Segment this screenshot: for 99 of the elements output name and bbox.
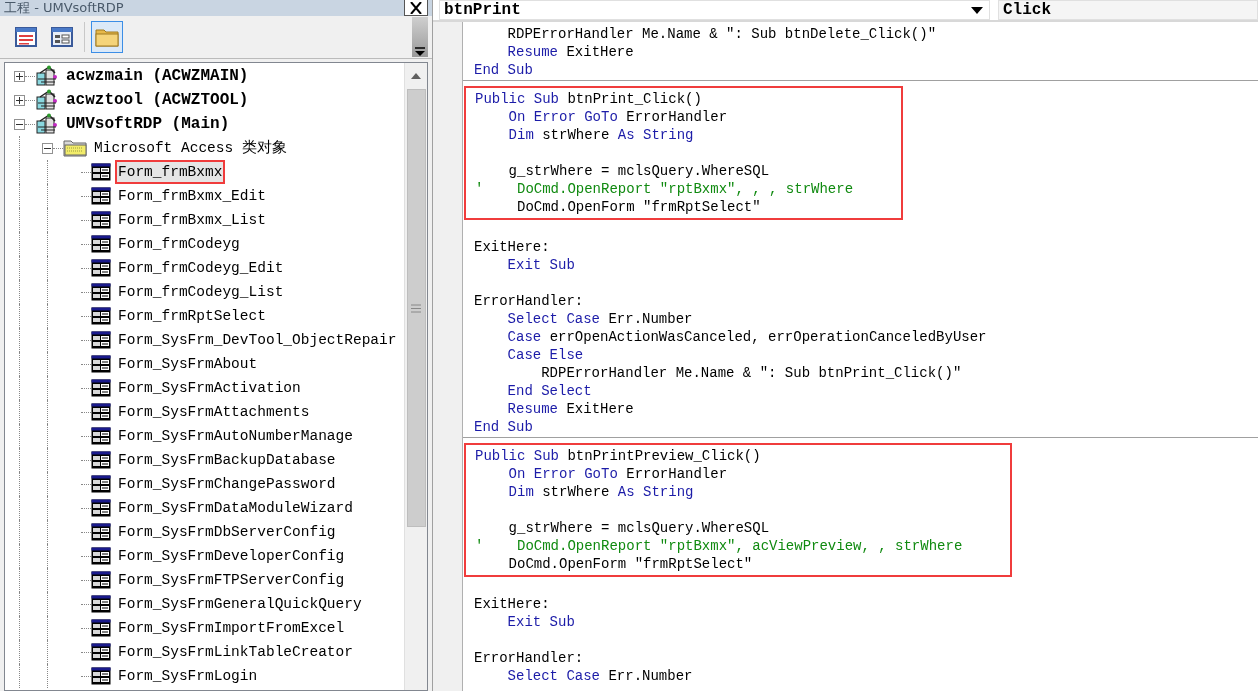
tree-item[interactable]: Form_frmCodeyg_Edit: [115, 256, 287, 280]
code-line: Dim strWhere As String: [507, 126, 694, 144]
tree-item[interactable]: Form_SysFrm_DevTool_ObjectRepair: [115, 328, 400, 352]
code-line: ExitHere:: [474, 595, 550, 613]
code-line: On Error GoTo ErrorHandler: [507, 465, 728, 483]
tree-item[interactable]: Form_SysFrmChangePassword: [115, 472, 339, 496]
tree-item[interactable]: Form_SysFrmActivation: [115, 376, 304, 400]
form-icon: [91, 667, 111, 685]
form-icon: [91, 211, 111, 229]
code-line: End Sub: [474, 418, 533, 436]
form-icon: [91, 595, 111, 613]
folder-icon: [95, 27, 119, 47]
code-line: ' DoCmd.OpenReport "rptBxmx", acViewPreview, , strWhere: [475, 537, 963, 555]
scrollbar[interactable]: [404, 63, 427, 690]
grip-icon: [411, 303, 421, 313]
collapse-icon[interactable]: [42, 142, 53, 154]
tree-item[interactable]: Form_SysFrmDeveloperConfig: [115, 544, 348, 568]
code-line: RDPErrorHandler Me.Name & ": Sub btnPrint_Click()": [540, 364, 962, 382]
project-icon: [35, 113, 59, 135]
code-line: DoCmd.OpenForm "frmRptSelect": [516, 198, 761, 216]
tree-item[interactable]: Form_SysFrmFTPServerConfig: [115, 568, 348, 592]
tree-item[interactable]: Form_SysFrmImportFromExcel: [115, 616, 348, 640]
code-line: g_strWhere = mclsQuery.WhereSQL: [507, 519, 770, 537]
collapse-icon[interactable]: [14, 118, 25, 130]
code-line: Exit Sub: [506, 256, 575, 274]
code-line: End Sub: [474, 61, 533, 79]
form-icon: [91, 475, 111, 493]
form-icon: [91, 355, 111, 373]
tree-item[interactable]: Form_SysFrmLinkTableCreator: [115, 640, 356, 664]
folder-icon: [63, 139, 87, 157]
form-icon: [91, 451, 111, 469]
tree-item[interactable]: Form_SysFrmAutoNumberManage: [115, 424, 356, 448]
code-line: ' DoCmd.OpenReport "rptBxmx", , , strWhere: [475, 180, 854, 198]
form-icon: [91, 427, 111, 445]
tree-item[interactable]: Form_SysFrmAbout: [115, 352, 261, 376]
close-button[interactable]: [404, 0, 428, 16]
form-icon: [91, 619, 111, 637]
tree-item[interactable]: Form_SysFrmDbServerConfig: [115, 520, 339, 544]
form-icon: [91, 187, 111, 205]
expand-icon[interactable]: [14, 94, 25, 106]
tree-item[interactable]: acwztool (ACWZTOOL): [63, 88, 252, 112]
project-icon: [35, 65, 59, 87]
code-view-icon: [15, 27, 37, 47]
scroll-up-icon[interactable]: [411, 73, 421, 79]
dropdown-caret-icon: [971, 6, 983, 14]
code-line: RDPErrorHandler Me.Name & ": Sub btnDelete_Click()": [506, 25, 937, 43]
code-line: Select Case Err.Number: [506, 310, 693, 328]
code-line: Public Sub btnPrint_Click(): [475, 90, 702, 108]
tree-item[interactable]: Form_frmRptSelect: [115, 304, 269, 328]
code-line: Case errOpenActionWasCanceled, errOperationCanceledByUser: [506, 328, 987, 346]
code-line: End Select: [506, 382, 592, 400]
form-icon: [91, 547, 111, 565]
procedure-dropdown[interactable]: Click: [998, 0, 1258, 20]
toolbar-button[interactable]: [91, 21, 123, 53]
code-line: g_strWhere = mclsQuery.WhereSQL: [507, 162, 770, 180]
form-icon: [91, 259, 111, 277]
form-icon: [91, 643, 111, 661]
tree-item[interactable]: Form_SysFrmBackupDatabase: [115, 448, 339, 472]
tree-item[interactable]: Form_frmCodeyg_List: [115, 280, 287, 304]
code-line: ExitHere:: [474, 238, 550, 256]
form-icon: [91, 307, 111, 325]
tree-item[interactable]: Form_SysFrmGeneralQuickQuery: [115, 592, 365, 616]
form-icon: [91, 163, 111, 181]
code-line: DoCmd.OpenForm "frmRptSelect": [507, 555, 753, 573]
code-line: Resume ExitHere: [506, 43, 634, 61]
window-title: 工程 - UMVsoftRDP: [4, 0, 124, 16]
code-line: Resume ExitHere: [506, 400, 634, 418]
tree-item[interactable]: Form_frmBxmx_List: [115, 208, 269, 232]
form-icon: [91, 571, 111, 589]
expand-icon[interactable]: [14, 70, 25, 82]
code-line: Dim strWhere As String: [507, 483, 694, 501]
code-line: Select Case Err.Number: [506, 667, 693, 685]
object-dropdown[interactable]: btnPrint: [439, 0, 990, 20]
toolbar-overflow-button[interactable]: [412, 17, 428, 57]
form-icon: [91, 523, 111, 541]
form-icon: [91, 331, 111, 349]
code-line: Exit Sub: [506, 613, 575, 631]
code-line: ErrorHandler:: [474, 649, 584, 667]
tree-item[interactable]: Form_frmCodeyg: [115, 232, 243, 256]
code-line: ErrorHandler:: [474, 292, 584, 310]
tree-item[interactable]: UMVsoftRDP (Main): [63, 112, 233, 136]
tree-item[interactable]: acwzmain (ACWZMAIN): [63, 64, 252, 88]
code-line: Public Sub btnPrintPreview_Click(): [475, 447, 761, 465]
project-icon: [35, 89, 59, 111]
form-icon: [91, 499, 111, 517]
tree-item[interactable]: Form_frmBxmx_Edit: [115, 184, 269, 208]
tree-item[interactable]: Form_frmBxmx: [115, 160, 226, 184]
overflow-caret-icon: [414, 47, 426, 57]
form-icon: [91, 403, 111, 421]
form-icon: [91, 235, 111, 253]
tree-item[interactable]: Form_SysFrmDataModuleWizard: [115, 496, 356, 520]
form-icon: [91, 379, 111, 397]
code-line: On Error GoTo ErrorHandler: [507, 108, 728, 126]
form-view-icon: [51, 27, 73, 47]
tree-item[interactable]: Form_SysFrmLogin: [115, 664, 261, 688]
tree-item[interactable]: Microsoft Access 类对象: [91, 136, 290, 160]
tree-item[interactable]: Form_SysFrmAttachments: [115, 400, 313, 424]
code-line: Case Else: [506, 346, 584, 364]
form-icon: [91, 283, 111, 301]
